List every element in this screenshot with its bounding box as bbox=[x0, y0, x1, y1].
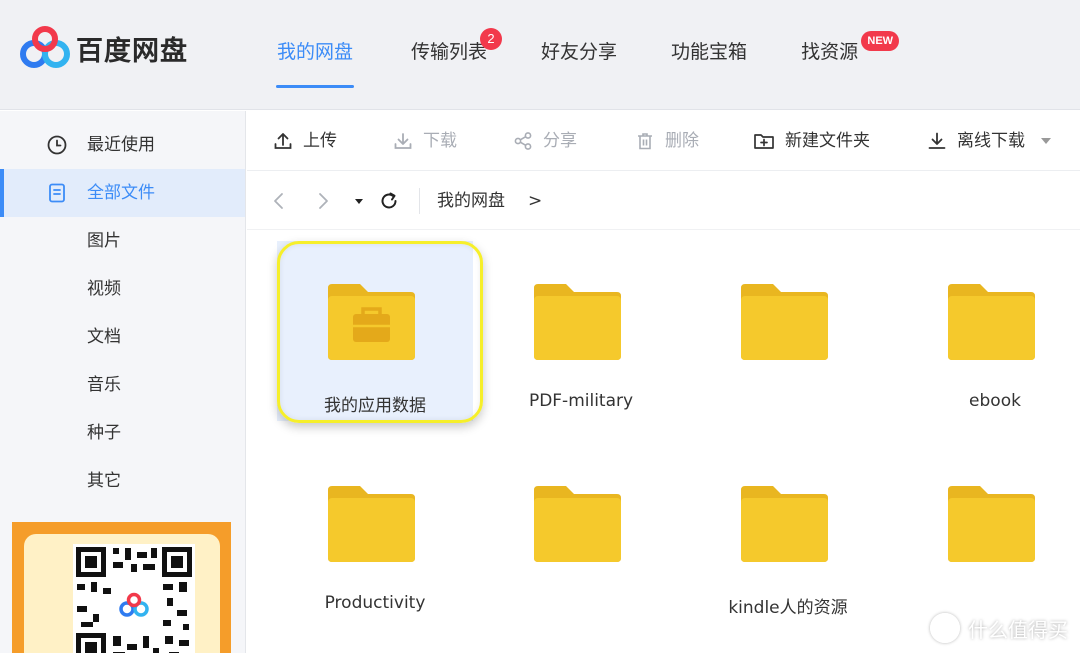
sidebar-item-all-files[interactable]: 全部文件 bbox=[0, 169, 245, 217]
clock-icon bbox=[47, 135, 67, 155]
offline-download-label: 离线下载 bbox=[957, 131, 1025, 151]
nav-friend-share[interactable]: 好友分享 bbox=[524, 0, 634, 110]
brand-name: 百度网盘 bbox=[76, 35, 188, 67]
sidebar-item-label: 其它 bbox=[87, 471, 121, 491]
sidebar-item-others[interactable]: 其它 bbox=[0, 457, 245, 505]
nav-label: 功能宝箱 bbox=[671, 41, 748, 63]
upload-button[interactable]: 上传 bbox=[273, 111, 337, 171]
watermark: 什么值得买 bbox=[930, 613, 1068, 643]
watermark-logo-icon bbox=[930, 613, 960, 643]
offline-download-icon bbox=[928, 132, 946, 149]
folder-item[interactable] bbox=[690, 241, 886, 421]
nav-find-resources[interactable]: 找资源 NEW bbox=[784, 0, 900, 110]
sidebar-item-videos[interactable]: 视频 bbox=[0, 265, 245, 313]
sidebar-item-recent[interactable]: 最近使用 bbox=[0, 121, 245, 169]
breadcrumb-separator: > bbox=[528, 191, 543, 211]
download-icon bbox=[394, 133, 412, 149]
folder-icon bbox=[741, 486, 828, 562]
new-folder-button[interactable]: 新建文件夹 bbox=[753, 111, 870, 171]
sidebar-item-torrents[interactable]: 种子 bbox=[0, 409, 245, 457]
sidebar-item-label: 种子 bbox=[87, 423, 121, 443]
top-header: 百度网盘 我的网盘 传输列表 2 好友分享 功能宝箱 找资源 NEW bbox=[0, 0, 1080, 110]
folder-item[interactable]: kindle人的资源 bbox=[690, 443, 886, 623]
folder-icon bbox=[741, 284, 828, 360]
file-toolbar: 上传 下载 分享 删除 新建文件夹 离线下载 bbox=[247, 111, 1080, 171]
watermark-text: 什么值得买 bbox=[968, 617, 1068, 642]
sidebar-item-label: 视频 bbox=[87, 279, 121, 299]
nav-label: 好友分享 bbox=[541, 41, 618, 63]
nav-toolbox[interactable]: 功能宝箱 bbox=[654, 0, 764, 110]
sidebar-item-label: 最近使用 bbox=[87, 135, 155, 155]
folder-item-app-data[interactable]: 我的应用数据 bbox=[277, 241, 473, 421]
trash-icon bbox=[638, 133, 652, 150]
share-label: 分享 bbox=[543, 131, 577, 151]
new-folder-label: 新建文件夹 bbox=[785, 131, 870, 151]
qr-card bbox=[24, 534, 220, 653]
transfer-count-badge: 2 bbox=[480, 28, 503, 50]
top-nav: 我的网盘 传输列表 2 好友分享 功能宝箱 找资源 NEW bbox=[260, 0, 900, 110]
nav-transfer-list[interactable]: 传输列表 2 bbox=[394, 0, 504, 110]
baidu-netdisk-logo-icon bbox=[20, 26, 70, 68]
share-button[interactable]: 分享 bbox=[513, 111, 577, 171]
nav-my-netdisk[interactable]: 我的网盘 bbox=[260, 0, 370, 110]
sidebar-item-label: 图片 bbox=[87, 231, 121, 251]
app-logo[interactable]: 百度网盘 bbox=[20, 26, 188, 70]
breadcrumb-bar: 我的网盘 > bbox=[247, 172, 1080, 230]
upload-icon bbox=[274, 133, 292, 149]
folder-item[interactable] bbox=[483, 443, 679, 623]
sidebar-item-music[interactable]: 音乐 bbox=[0, 361, 245, 409]
download-label: 下载 bbox=[423, 131, 457, 151]
delete-label: 删除 bbox=[665, 131, 699, 151]
qr-code bbox=[73, 544, 195, 653]
sidebar-item-images[interactable]: 图片 bbox=[0, 217, 245, 265]
document-icon bbox=[49, 183, 65, 203]
sidebar-item-documents[interactable]: 文档 bbox=[0, 313, 245, 361]
sidebar-item-label: 音乐 bbox=[87, 375, 121, 395]
new-folder-icon bbox=[754, 134, 774, 149]
app-folder-icon bbox=[328, 284, 415, 360]
folder-item[interactable]: Productivity bbox=[277, 443, 473, 623]
folder-icon bbox=[534, 486, 621, 562]
back-arrow-icon[interactable] bbox=[267, 189, 291, 213]
nav-label: 传输列表 bbox=[411, 41, 488, 63]
file-name: Productivity bbox=[324, 593, 426, 613]
chevron-down-icon[interactable] bbox=[1041, 138, 1051, 144]
folder-item[interactable]: ebook bbox=[897, 241, 1080, 421]
nav-label: 找资源 bbox=[801, 41, 859, 63]
delete-button[interactable]: 删除 bbox=[635, 111, 699, 171]
history-dropdown-icon[interactable] bbox=[347, 189, 371, 213]
sidebar-item-label: 全部文件 bbox=[87, 183, 155, 203]
file-grid: 我的应用数据 PDF-military ebook Productivity k… bbox=[247, 231, 1080, 653]
share-icon bbox=[514, 132, 532, 150]
qr-promo-panel bbox=[12, 522, 231, 653]
folder-icon bbox=[948, 486, 1035, 562]
folder-icon bbox=[534, 284, 621, 360]
file-name: kindle人的资源 bbox=[728, 598, 848, 618]
upload-label: 上传 bbox=[303, 131, 337, 151]
sidebar: 最近使用 全部文件 图片 视频 文档 音乐 种子 其它 bbox=[0, 111, 246, 653]
folder-icon bbox=[328, 486, 415, 562]
download-button[interactable]: 下载 bbox=[393, 111, 457, 171]
refresh-icon[interactable] bbox=[377, 189, 401, 213]
file-name: ebook bbox=[969, 391, 1021, 411]
folder-item[interactable]: PDF-military bbox=[483, 241, 679, 421]
breadcrumb-root[interactable]: 我的网盘 bbox=[437, 172, 505, 230]
file-name: 我的应用数据 bbox=[324, 396, 426, 416]
sidebar-item-label: 文档 bbox=[87, 327, 121, 347]
nav-label: 我的网盘 bbox=[277, 41, 354, 63]
file-name: PDF-military bbox=[528, 391, 634, 411]
divider bbox=[419, 188, 420, 214]
offline-download-button[interactable]: 离线下载 bbox=[927, 111, 1051, 171]
folder-item[interactable] bbox=[897, 443, 1080, 623]
forward-arrow-icon[interactable] bbox=[311, 189, 335, 213]
folder-icon bbox=[948, 284, 1035, 360]
new-badge: NEW bbox=[861, 31, 900, 51]
